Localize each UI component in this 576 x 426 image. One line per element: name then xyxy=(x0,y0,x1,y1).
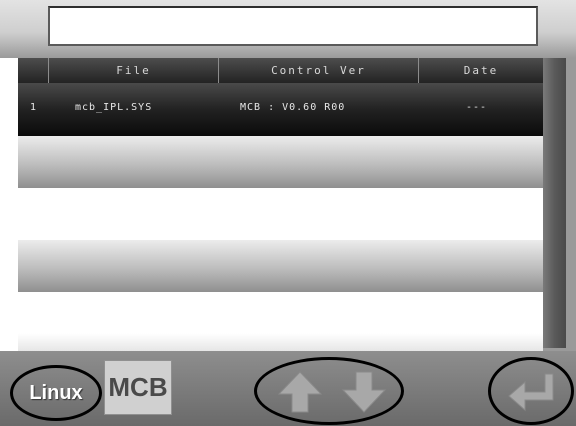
enter-button[interactable] xyxy=(488,357,574,425)
file-table: 1 mcb_IPL.SYS MCB : V0.60 R00 --- xyxy=(18,83,543,351)
linux-button-label: Linux xyxy=(29,381,83,404)
bottom-toolbar: Linux MCB xyxy=(0,351,576,426)
scroll-up-button[interactable] xyxy=(275,370,325,414)
table-row[interactable] xyxy=(18,136,543,188)
header-index xyxy=(18,58,48,83)
table-row[interactable] xyxy=(18,188,543,240)
table-row[interactable]: 1 mcb_IPL.SYS MCB : V0.60 R00 --- xyxy=(18,83,543,136)
scrollbar-thumb[interactable] xyxy=(543,58,566,348)
header-control-ver: Control Ver xyxy=(218,58,418,83)
enter-return-icon xyxy=(508,373,554,412)
header-date: Date xyxy=(418,58,543,83)
header-file: File xyxy=(48,58,218,83)
row-date: --- xyxy=(466,102,488,113)
row-file: mcb_IPL.SYS xyxy=(75,102,153,113)
scroll-down-button[interactable] xyxy=(339,370,389,414)
arrow-up-icon xyxy=(277,371,323,413)
row-index: 1 xyxy=(30,102,38,113)
top-frame xyxy=(0,0,576,58)
table-row[interactable] xyxy=(18,240,543,292)
arrow-down-icon xyxy=(341,371,387,413)
linux-button[interactable]: Linux xyxy=(10,365,102,421)
file-select-screen: File Control Ver Date 1 mcb_IPL.SYS MCB … xyxy=(0,0,576,426)
row-control-ver: MCB : V0.60 R00 xyxy=(240,102,346,113)
table-header: File Control Ver Date xyxy=(18,58,543,83)
table-row[interactable] xyxy=(18,292,543,351)
path-input[interactable] xyxy=(48,6,538,46)
mcb-button-label: MCB xyxy=(108,372,168,402)
scroll-arrows-group xyxy=(254,357,404,425)
mcb-button[interactable]: MCB xyxy=(104,360,172,415)
